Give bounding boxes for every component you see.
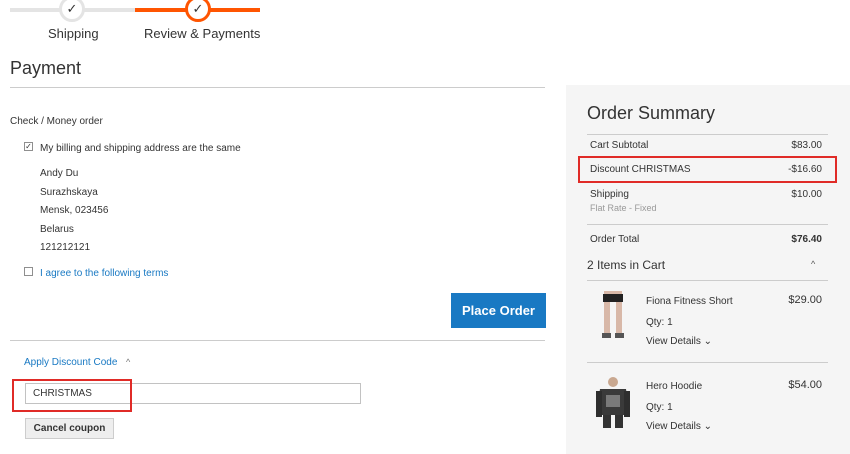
billing-address: Andy Du Surazhskaya Mensk, 023456 Belaru… bbox=[40, 165, 108, 258]
place-order-button[interactable]: Place Order bbox=[451, 293, 546, 328]
payment-title: Payment bbox=[10, 58, 82, 78]
cart-item: Fiona Fitness Short $29.00 Qty: 1 View D… bbox=[587, 285, 828, 355]
product-image-fiona-fitness-short bbox=[590, 289, 636, 343]
discount-row-highlight bbox=[578, 156, 837, 183]
view-details-toggle[interactable]: View Details ⌄ bbox=[646, 421, 712, 432]
payment-divider bbox=[10, 87, 545, 88]
product-name: Fiona Fitness Short bbox=[646, 296, 733, 307]
step-label-review-payments: Review & Payments bbox=[144, 26, 261, 41]
review-step-checkmark-icon: ✓ bbox=[185, 0, 211, 22]
billing-same-label[interactable]: My billing and shipping address are the … bbox=[40, 143, 241, 154]
cart-subtotal-value: $83.00 bbox=[791, 140, 822, 151]
chevron-up-icon[interactable]: ^ bbox=[126, 357, 130, 367]
chevron-down-icon: ⌄ bbox=[703, 336, 713, 347]
order-total-label: Order Total bbox=[590, 234, 640, 245]
apply-discount-toggle[interactable]: Apply Discount Code bbox=[24, 357, 117, 368]
address-line: Belarus bbox=[40, 223, 74, 235]
view-details-label: View Details bbox=[646, 421, 701, 432]
product-price: $29.00 bbox=[788, 294, 822, 306]
discount-input-highlight bbox=[12, 379, 132, 412]
checkmark-icon: ✓ bbox=[25, 142, 32, 151]
view-details-toggle[interactable]: View Details ⌄ bbox=[646, 336, 712, 347]
product-name: Hero Hoodie bbox=[646, 381, 703, 392]
cart-subtotal-label: Cart Subtotal bbox=[590, 140, 649, 151]
items-divider bbox=[587, 362, 828, 363]
items-in-cart-toggle[interactable]: 2 Items in Cart bbox=[587, 258, 665, 272]
order-summary: Order Summary Cart Subtotal $83.00 Disco… bbox=[566, 85, 850, 454]
order-total-value: $76.40 bbox=[791, 234, 822, 245]
address-line: Surazhskaya bbox=[40, 186, 98, 198]
shipping-label: Shipping bbox=[590, 189, 629, 200]
discount-divider bbox=[10, 340, 545, 341]
product-image-hero-hoodie bbox=[590, 375, 636, 429]
checkmark-icon: ✓ bbox=[66, 1, 78, 16]
checkmark-icon: ✓ bbox=[192, 1, 204, 16]
shipping-row: Shipping $10.00 bbox=[590, 189, 822, 200]
address-line: 121212121 bbox=[40, 242, 91, 253]
address-line: Mensk, 023456 bbox=[40, 205, 109, 216]
summary-divider bbox=[587, 224, 828, 225]
product-price: $54.00 bbox=[788, 379, 822, 391]
terms-checkbox[interactable] bbox=[24, 267, 33, 276]
terms-link[interactable]: I agree to the following terms bbox=[40, 268, 168, 279]
product-qty: Qty: 1 bbox=[646, 402, 673, 413]
items-divider bbox=[587, 280, 828, 281]
cart-item: Hero Hoodie $54.00 Qty: 1 View Details ⌄ bbox=[587, 370, 828, 440]
step-label-shipping[interactable]: Shipping bbox=[48, 26, 99, 41]
cart-subtotal-row: Cart Subtotal $83.00 bbox=[590, 140, 822, 151]
product-qty: Qty: 1 bbox=[646, 317, 673, 328]
summary-divider bbox=[587, 134, 828, 135]
payment-method-title: Check / Money order bbox=[10, 116, 103, 127]
shipping-value: $10.00 bbox=[791, 189, 822, 200]
cancel-coupon-button[interactable]: Cancel coupon bbox=[25, 418, 114, 439]
order-total-row: Order Total $76.40 bbox=[590, 234, 822, 245]
view-details-label: View Details bbox=[646, 336, 701, 347]
shipping-method: Flat Rate - Fixed bbox=[590, 203, 657, 213]
chevron-up-icon[interactable]: ^ bbox=[811, 259, 815, 269]
chevron-down-icon: ⌄ bbox=[703, 421, 713, 432]
shipping-step-checkmark-icon[interactable]: ✓ bbox=[59, 0, 85, 22]
address-line: Andy Du bbox=[40, 168, 79, 179]
billing-same-checkbox[interactable]: ✓ bbox=[24, 142, 33, 151]
summary-title: Order Summary bbox=[587, 103, 716, 123]
